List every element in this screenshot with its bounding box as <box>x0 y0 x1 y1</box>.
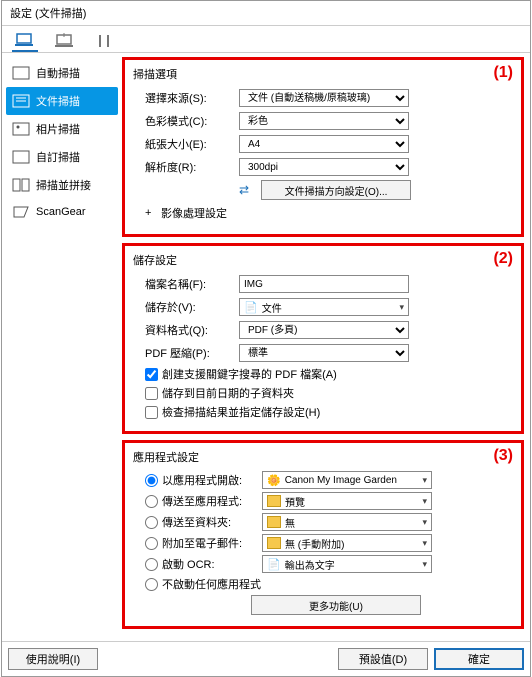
folder-icon <box>267 537 281 549</box>
send-to-folder-label: 傳送至資料夾: <box>162 514 262 530</box>
papersize-label: 紙張大小(E): <box>133 136 239 152</box>
expand-icon[interactable]: + <box>145 207 157 219</box>
format-select[interactable]: PDF (多頁) <box>239 321 409 339</box>
text-icon: 📄 <box>267 558 281 571</box>
attach-email-select[interactable]: 無 (手動附加)▾ <box>262 534 432 552</box>
start-ocr-label: 啟動 OCR: <box>162 556 262 572</box>
sidebar-item-auto-scan[interactable]: 自動掃描 <box>6 59 118 87</box>
document-scan-icon <box>12 94 30 108</box>
send-to-folder-radio[interactable] <box>145 516 158 529</box>
application-settings-title: 應用程式設定 <box>133 449 513 465</box>
resolution-label: 解析度(R): <box>133 159 239 175</box>
window-title: 設定 (文件掃描) <box>2 1 530 26</box>
sidebar-item-custom-scan[interactable]: 自訂掃描 <box>6 143 118 171</box>
send-to-folder-select[interactable]: 無▾ <box>262 513 432 531</box>
send-to-app-label: 傳送至應用程式: <box>162 493 262 509</box>
tab-scan-from-computer[interactable] <box>12 30 38 52</box>
source-select[interactable]: 文件 (自動送稿機/原稿玻璃) <box>239 89 409 107</box>
folder-icon: 📄 <box>244 301 258 314</box>
filename-input[interactable] <box>239 275 409 293</box>
defaults-button[interactable]: 預設值(D) <box>338 648 428 670</box>
sidebar-item-document-scan[interactable]: 文件掃描 <box>6 87 118 115</box>
save-subfolder-label: 儲存到目前日期的子資料夾 <box>162 385 294 401</box>
check-results-checkbox[interactable] <box>145 406 158 419</box>
source-label: 選擇來源(S): <box>133 90 239 106</box>
sidebar-item-label: ScanGear <box>36 206 86 218</box>
sidebar-item-label: 自動掃描 <box>36 65 80 81</box>
image-processing-label[interactable]: 影像處理設定 <box>161 205 227 221</box>
tab-general-settings[interactable] <box>92 30 118 52</box>
tab-scan-from-panel[interactable] <box>52 30 78 52</box>
save-settings-group: (2) 儲存設定 檔案名稱(F): 儲存於(V): 📄 文件▾ <box>122 243 524 434</box>
save-subfolder-checkbox[interactable] <box>145 387 158 400</box>
more-functions-button[interactable]: 更多功能(U) <box>251 595 421 615</box>
papersize-select[interactable]: A4 <box>239 135 409 153</box>
color-select[interactable]: 彩色 <box>239 112 409 130</box>
start-ocr-select[interactable]: 📄 輸出為文字▾ <box>262 555 432 573</box>
open-with-app-label: 以應用程式開啟: <box>162 472 262 488</box>
sidebar-item-label: 文件掃描 <box>36 93 80 109</box>
stitch-scan-icon <box>12 178 30 192</box>
attach-email-radio[interactable] <box>145 537 158 550</box>
scan-options-group: (1) 掃描選項 選擇來源(S): 文件 (自動送稿機/原稿玻璃) 色彩模式(C… <box>122 57 524 237</box>
settings-dialog: 設定 (文件掃描) 自動掃描 文件掃描 相片掃描 <box>1 0 531 677</box>
pdfcomp-label: PDF 壓縮(P): <box>133 345 239 361</box>
filename-label: 檔案名稱(F): <box>133 276 239 292</box>
format-label: 資料格式(Q): <box>133 322 239 338</box>
sidebar-item-label: 掃描並拼接 <box>36 177 91 193</box>
sidebar-item-label: 相片掃描 <box>36 121 80 137</box>
open-with-app-select[interactable]: 🌼 Canon My Image Garden▾ <box>262 471 432 489</box>
dialog-footer: 使用說明(I) 預設值(D) 確定 <box>2 641 530 676</box>
sidebar-item-label: 自訂掃描 <box>36 149 80 165</box>
sidebar: 自動掃描 文件掃描 相片掃描 自訂掃描 掃描並拼接 ScanGear <box>2 53 122 641</box>
pdf-keyword-label: 創建支援關鍵字搜尋的 PDF 檔案(A) <box>162 366 337 382</box>
application-settings-group: (3) 應用程式設定 以應用程式開啟: 🌼 Canon My Image Gar… <box>122 440 524 629</box>
scan-options-title: 掃描選項 <box>133 66 513 82</box>
saveto-label: 儲存於(V): <box>133 299 239 315</box>
auto-scan-icon <box>12 66 30 80</box>
start-ocr-radio[interactable] <box>145 558 158 571</box>
save-settings-title: 儲存設定 <box>133 252 513 268</box>
group-marker-2: (2) <box>493 250 513 268</box>
sidebar-item-scangear[interactable]: ScanGear <box>6 199 118 225</box>
app-icon: 🌼 <box>267 474 281 487</box>
attach-email-label: 附加至電子郵件: <box>162 535 262 551</box>
group-marker-3: (3) <box>493 447 513 465</box>
help-button[interactable]: 使用說明(I) <box>8 648 98 670</box>
pdf-keyword-checkbox[interactable] <box>145 368 158 381</box>
color-label: 色彩模式(C): <box>133 113 239 129</box>
sidebar-item-photo-scan[interactable]: 相片掃描 <box>6 115 118 143</box>
scangear-icon <box>12 205 30 219</box>
folder-icon <box>267 516 281 528</box>
folder-icon <box>267 495 281 507</box>
send-to-app-radio[interactable] <box>145 495 158 508</box>
mode-tabbar <box>2 26 530 53</box>
pdfcomp-select[interactable]: 標準 <box>239 344 409 362</box>
custom-scan-icon <box>12 150 30 164</box>
sidebar-item-stitch-scan[interactable]: 掃描並拼接 <box>6 171 118 199</box>
orientation-settings-button[interactable]: 文件掃描方向設定(O)... <box>261 180 411 200</box>
photo-scan-icon <box>12 122 30 136</box>
group-marker-1: (1) <box>493 64 513 82</box>
send-to-app-select[interactable]: 預覽▾ <box>262 492 432 510</box>
check-results-label: 檢查掃描結果並指定儲存設定(H) <box>162 404 320 420</box>
ok-button[interactable]: 確定 <box>434 648 524 670</box>
resolution-select[interactable]: 300dpi <box>239 158 409 176</box>
no-app-label: 不啟動任何應用程式 <box>162 576 261 592</box>
main-panel: (1) 掃描選項 選擇來源(S): 文件 (自動送稿機/原稿玻璃) 色彩模式(C… <box>122 53 530 641</box>
swap-icon[interactable]: ⇄ <box>239 183 249 197</box>
no-app-radio[interactable] <box>145 578 158 591</box>
open-with-app-radio[interactable] <box>145 474 158 487</box>
saveto-select[interactable]: 📄 文件▾ <box>239 298 409 316</box>
